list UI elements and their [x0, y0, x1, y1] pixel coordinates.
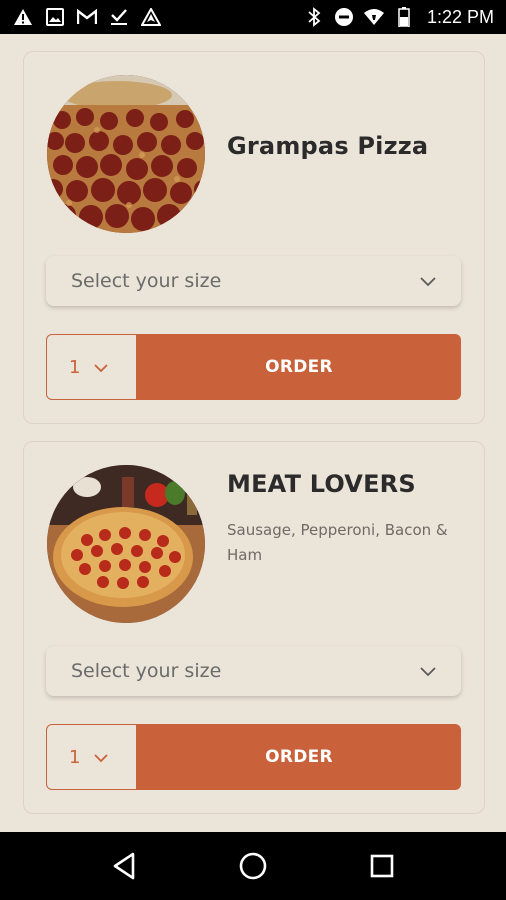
nav-arrow-icon: [140, 6, 162, 28]
wifi-icon: [363, 6, 385, 28]
do-not-disturb-icon: [333, 6, 355, 28]
image-icon: [44, 6, 66, 28]
home-icon: [239, 852, 267, 880]
product-image: [47, 75, 205, 233]
clock: 1:22 PM: [426, 6, 494, 27]
back-icon: [114, 852, 135, 880]
product-image: [47, 465, 205, 623]
back-button[interactable]: [102, 844, 146, 888]
chevron-down-icon: [420, 662, 436, 681]
size-select-placeholder: Select your size: [71, 660, 222, 682]
product-description: Sausage, Pepperoni, Bacon & Ham: [227, 521, 448, 564]
recents-button[interactable]: [360, 844, 404, 888]
product-title: Grampas Pizza: [227, 132, 429, 160]
size-select-placeholder: Select your size: [71, 270, 222, 292]
home-button[interactable]: [231, 844, 275, 888]
quantity-select[interactable]: 1: [46, 724, 137, 790]
chevron-down-icon: [94, 748, 109, 767]
recents-icon: [370, 854, 393, 878]
status-bar: 1:22 PM: [0, 0, 506, 34]
system-icons: 1:22 PM: [303, 6, 494, 28]
notification-icons: [12, 6, 162, 28]
quantity-value: 1: [69, 356, 81, 378]
menu-list[interactable]: Grampas Pizza Select your size 1 ORDER M…: [0, 34, 506, 832]
chevron-down-icon: [94, 358, 109, 377]
order-button[interactable]: ORDER: [137, 724, 461, 790]
product-title: MEAT LOVERS: [227, 470, 416, 498]
order-row: 1 ORDER: [46, 724, 461, 790]
quantity-value: 1: [69, 746, 81, 768]
navigation-bar: [0, 832, 506, 900]
bluetooth-icon: [303, 6, 325, 28]
size-select[interactable]: Select your size: [46, 646, 461, 696]
product-card: MEAT LOVERS Sausage, Pepperoni, Bacon & …: [23, 441, 485, 814]
product-card: Grampas Pizza Select your size 1 ORDER: [23, 51, 485, 424]
size-select[interactable]: Select your size: [46, 256, 461, 306]
chevron-down-icon: [420, 272, 436, 291]
order-button[interactable]: ORDER: [137, 334, 461, 400]
order-row: 1 ORDER: [46, 334, 461, 400]
battery-icon: [393, 6, 415, 28]
task-check-icon: [108, 6, 130, 28]
quantity-select[interactable]: 1: [46, 334, 137, 400]
warning-icon: [12, 6, 34, 28]
gmail-icon: [76, 6, 98, 28]
